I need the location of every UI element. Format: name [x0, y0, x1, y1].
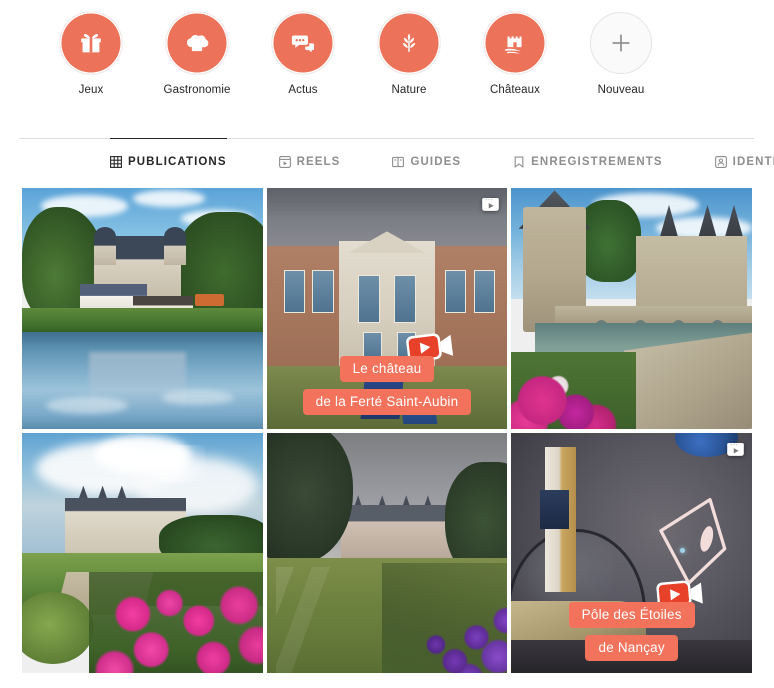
post-tile-2[interactable]: Le château de la Ferté Saint-Aubin — [266, 188, 508, 429]
guides-icon — [392, 156, 405, 168]
tab-label: PUBLICATIONS — [128, 156, 227, 168]
tab-enregistrements[interactable]: ENREGISTREMENTS — [513, 138, 663, 185]
grid-icon — [110, 156, 122, 168]
highlight-ring[interactable] — [60, 12, 122, 74]
highlight-chateaux[interactable]: Châteaux — [462, 12, 568, 96]
post-grid: Le château de la Ferté Saint-Aubin Pôle … — [0, 188, 774, 674]
highlight-label: Nouveau — [597, 84, 645, 96]
tab-label: GUIDES — [410, 156, 462, 168]
highlight-label: Gastronomie — [163, 84, 231, 96]
highlight-nouveau[interactable]: Nouveau — [568, 12, 674, 96]
tab-identifie[interactable]: IDENTIFIÉ(E) — [714, 138, 774, 185]
profile-tab-bar: PUBLICATIONS REELS GUIDES ENREGISTREMENT… — [20, 138, 774, 186]
post-tile-4[interactable] — [22, 432, 263, 674]
caption-line: Le château — [339, 355, 435, 382]
post-caption-6: Pôle des Étoiles de Nançay — [511, 602, 752, 662]
tab-label: IDENTIFIÉ(E) — [732, 156, 774, 168]
caption-line: de Nançay — [585, 635, 678, 662]
story-highlights-row: Jeux Gastronomie Actus Nature Châteaux N… — [0, 0, 774, 132]
person-tag-icon — [714, 156, 727, 168]
tab-publications[interactable]: PUBLICATIONS — [110, 138, 227, 185]
bookmark-icon — [513, 156, 525, 168]
highlight-ring[interactable] — [166, 12, 228, 74]
tab-label: ENREGISTREMENTS — [531, 156, 663, 168]
highlight-ring[interactable] — [272, 12, 334, 74]
caption-line: de la Ferté Saint-Aubin — [302, 388, 472, 415]
caption-line: Pôle des Étoiles — [568, 602, 695, 629]
highlight-label: Nature — [391, 84, 427, 96]
new-highlight-ring[interactable] — [590, 12, 652, 74]
post-tile-6[interactable]: Pôle des Étoiles de Nançay — [511, 432, 752, 674]
plus-icon — [606, 28, 636, 58]
highlight-nature[interactable]: Nature — [356, 12, 462, 96]
post-image-3 — [511, 188, 752, 429]
post-tile-3[interactable] — [511, 188, 752, 429]
chef-hat-icon — [182, 28, 212, 58]
highlight-label: Jeux — [78, 84, 104, 96]
post-tile-1[interactable] — [22, 188, 263, 429]
post-image-4 — [22, 432, 263, 674]
highlight-gastronomie[interactable]: Gastronomie — [144, 12, 250, 96]
highlight-label: Châteaux — [489, 84, 541, 96]
post-tile-5[interactable] — [266, 432, 508, 674]
highlight-ring[interactable] — [378, 12, 440, 74]
tab-reels[interactable]: REELS — [278, 138, 341, 185]
tab-label: REELS — [296, 156, 341, 168]
post-image-1 — [22, 188, 263, 429]
gift-icon — [76, 28, 106, 58]
reel-badge-icon — [481, 195, 500, 214]
wheat-plant-icon — [394, 28, 424, 58]
highlight-ring[interactable] — [484, 12, 546, 74]
highlight-actus[interactable]: Actus — [250, 12, 356, 96]
post-image-5 — [266, 432, 508, 674]
speech-bubbles-icon — [288, 28, 318, 58]
reel-badge-icon — [726, 440, 745, 459]
highlight-jeux[interactable]: Jeux — [38, 12, 144, 96]
post-caption-2: Le château de la Ferté Saint-Aubin — [267, 355, 508, 415]
tab-guides[interactable]: GUIDES — [392, 138, 461, 185]
castle-icon — [500, 28, 530, 58]
constellation-graphic — [656, 490, 738, 591]
highlight-label: Actus — [288, 84, 318, 96]
reels-icon — [278, 156, 291, 168]
